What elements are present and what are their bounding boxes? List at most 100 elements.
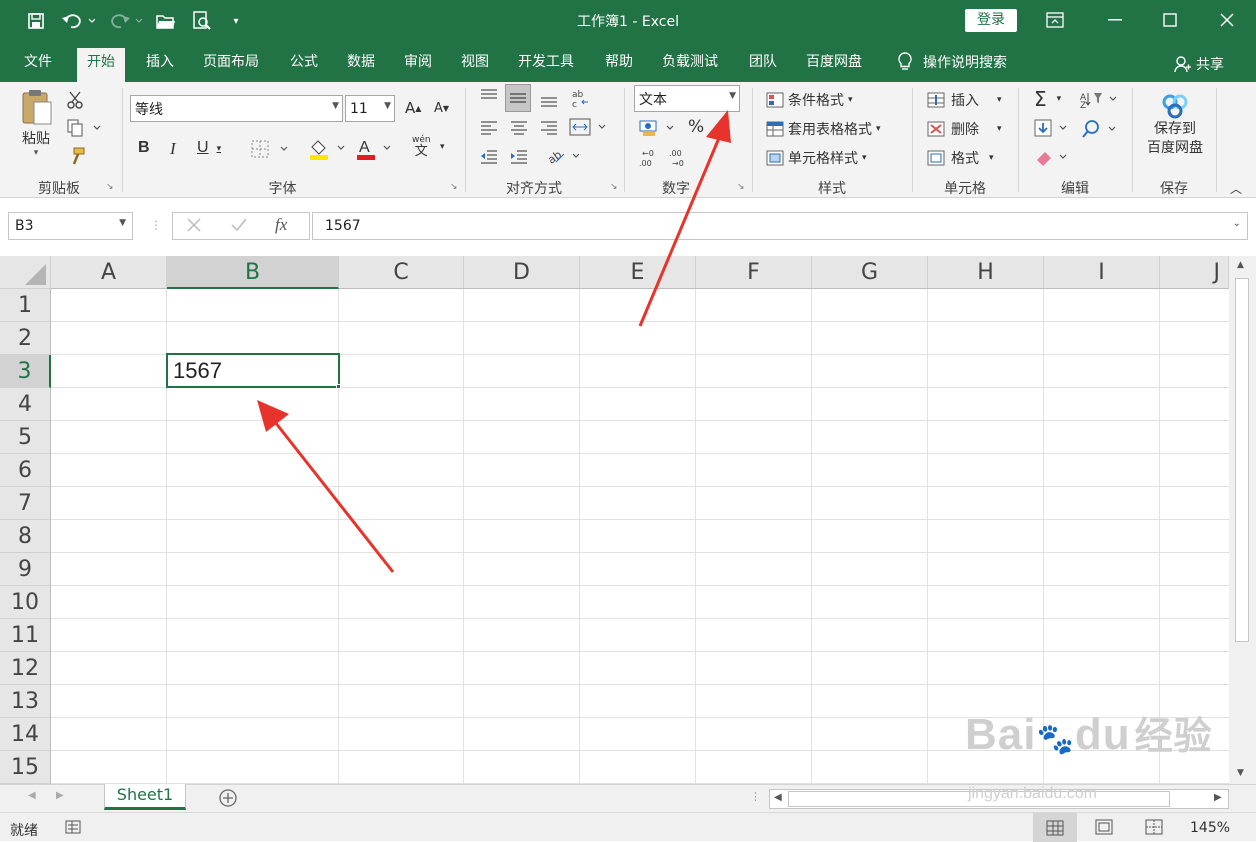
row-header-3[interactable]: 3 (0, 355, 51, 388)
row-header-2[interactable]: 2 (0, 322, 51, 355)
ribbon-display-icon[interactable] (1040, 6, 1070, 34)
tab-help[interactable]: 帮助 (595, 48, 643, 82)
row-header-9[interactable]: 9 (0, 553, 51, 586)
format-painter-icon[interactable] (66, 146, 86, 166)
column-header-d[interactable]: D (464, 256, 580, 289)
merge-center-icon[interactable] (569, 118, 611, 136)
font-name-combo[interactable]: 等线 ▼ (130, 95, 343, 122)
row-header-5[interactable]: 5 (0, 421, 51, 454)
save-to-baidu-button[interactable]: 保存到 百度网盘 (1140, 92, 1210, 158)
tab-team[interactable]: 团队 (739, 48, 787, 82)
align-right-icon[interactable] (539, 119, 559, 135)
number-launcher-icon[interactable]: ↘ (737, 182, 745, 192)
number-format-combo[interactable]: 文本 ▼ (634, 85, 740, 112)
share-button[interactable]: 共享 (1174, 54, 1224, 74)
tab-developer[interactable]: 开发工具 (508, 48, 584, 82)
new-sheet-icon[interactable] (218, 788, 238, 808)
underline-button[interactable]: U ▾ (197, 139, 221, 157)
row-header-14[interactable]: 14 (0, 718, 51, 751)
column-header-g[interactable]: G (812, 256, 928, 289)
splitter-dots-icon[interactable]: ⋮ (150, 218, 162, 232)
page-break-view-icon[interactable] (1145, 819, 1163, 835)
paste-button[interactable]: 粘贴 ▾ (20, 88, 52, 158)
clipboard-launcher-icon[interactable]: ↘ (106, 182, 114, 192)
vertical-scroll-thumb[interactable] (1235, 278, 1249, 642)
decrease-decimal-icon[interactable]: .00 →0 (668, 148, 688, 168)
row-header-11[interactable]: 11 (0, 619, 51, 652)
tab-insert[interactable]: 插入 (136, 48, 184, 82)
insert-cells-button[interactable]: 插入 ▾ (927, 90, 1002, 110)
borders-button[interactable] (251, 140, 291, 158)
sheet-tab-sheet1[interactable]: Sheet1 (104, 784, 186, 810)
cell-styles-button[interactable]: 单元格样式 ▾ (766, 148, 867, 168)
maximize-icon[interactable] (1155, 6, 1185, 34)
row-header-6[interactable]: 6 (0, 454, 51, 487)
font-color-button[interactable]: A (356, 137, 396, 161)
accounting-format-icon[interactable] (638, 118, 680, 138)
increase-indent-icon[interactable] (509, 148, 529, 164)
column-header-f[interactable]: F (696, 256, 812, 289)
percent-style-button[interactable]: % (688, 117, 704, 137)
select-all-button[interactable] (0, 256, 51, 289)
close-icon[interactable] (1212, 6, 1242, 34)
tab-data[interactable]: 数据 (337, 48, 385, 82)
normal-view-icon[interactable] (1033, 813, 1077, 842)
macro-record-icon[interactable] (65, 819, 83, 835)
column-header-e[interactable]: E (580, 256, 696, 289)
minimize-icon[interactable] (1100, 6, 1130, 34)
confirm-entry-icon[interactable] (229, 215, 249, 235)
clear-icon[interactable] (1034, 148, 1072, 166)
name-box[interactable]: B3 ▼ (8, 212, 133, 240)
tab-baidu-netdisk[interactable]: 百度网盘 (796, 48, 872, 82)
page-layout-view-icon[interactable] (1095, 819, 1113, 835)
align-top-icon[interactable] (479, 88, 499, 104)
column-header-i[interactable]: I (1044, 256, 1160, 289)
row-header-8[interactable]: 8 (0, 520, 51, 553)
format-as-table-button[interactable]: 套用表格格式 ▾ (766, 119, 881, 139)
align-middle-icon[interactable] (505, 84, 531, 112)
scroll-down-icon[interactable]: ▼ (1237, 768, 1244, 778)
cut-icon[interactable] (66, 90, 86, 110)
vertical-scrollbar[interactable]: ▲ ▼ (1229, 256, 1256, 784)
prev-sheet-icon[interactable]: ◀ (28, 790, 36, 801)
fill-icon[interactable] (1034, 119, 1072, 137)
zoom-level[interactable]: 145% (1190, 820, 1230, 836)
tab-page-layout[interactable]: 页面布局 (193, 48, 269, 82)
column-header-c[interactable]: C (339, 256, 464, 289)
shrink-font-button[interactable]: A ▼ (434, 101, 449, 116)
orientation-icon[interactable]: ab (546, 146, 584, 166)
splitter-dots-icon[interactable]: ⋮ (750, 790, 761, 803)
row-header-1[interactable]: 1 (0, 289, 51, 322)
tell-me-search[interactable]: 操作说明搜索 (897, 52, 1007, 72)
italic-button[interactable]: I (170, 139, 176, 159)
chevron-down-icon[interactable]: ▾ (440, 142, 445, 152)
scroll-right-icon[interactable]: ▶ (1214, 792, 1222, 803)
scroll-up-icon[interactable]: ▲ (1237, 260, 1244, 270)
font-launcher-icon[interactable]: ↘ (450, 182, 458, 192)
row-header-15[interactable]: 15 (0, 751, 51, 784)
column-header-j[interactable]: J (1160, 256, 1229, 289)
grow-font-button[interactable]: A ▲ (405, 99, 421, 117)
row-header-7[interactable]: 7 (0, 487, 51, 520)
row-header-12[interactable]: 12 (0, 652, 51, 685)
sort-filter-icon[interactable]: AZ (1080, 90, 1120, 108)
expand-formula-icon[interactable]: ⌄ (1233, 218, 1241, 229)
tab-review[interactable]: 审阅 (394, 48, 442, 82)
cancel-entry-icon[interactable] (184, 215, 204, 235)
row-header-4[interactable]: 4 (0, 388, 51, 421)
column-header-b[interactable]: B (167, 256, 339, 289)
align-center-icon[interactable] (509, 119, 529, 135)
collapse-ribbon-icon[interactable]: ︿ (1230, 180, 1242, 197)
font-size-combo[interactable]: 11 ▼ (345, 95, 395, 122)
find-select-icon[interactable] (1081, 119, 1121, 139)
format-cells-button[interactable]: 格式 ▾ (927, 148, 994, 168)
tab-load-test[interactable]: 负载测试 (652, 48, 728, 82)
align-left-icon[interactable] (479, 119, 499, 135)
fill-color-button[interactable] (308, 137, 348, 161)
tab-file[interactable]: 文件 (14, 48, 62, 82)
decrease-indent-icon[interactable] (479, 148, 499, 164)
column-header-a[interactable]: A (51, 256, 167, 289)
tab-view[interactable]: 视图 (451, 48, 499, 82)
row-header-13[interactable]: 13 (0, 685, 51, 718)
conditional-formatting-button[interactable]: 条件格式 ▾ (766, 90, 853, 110)
